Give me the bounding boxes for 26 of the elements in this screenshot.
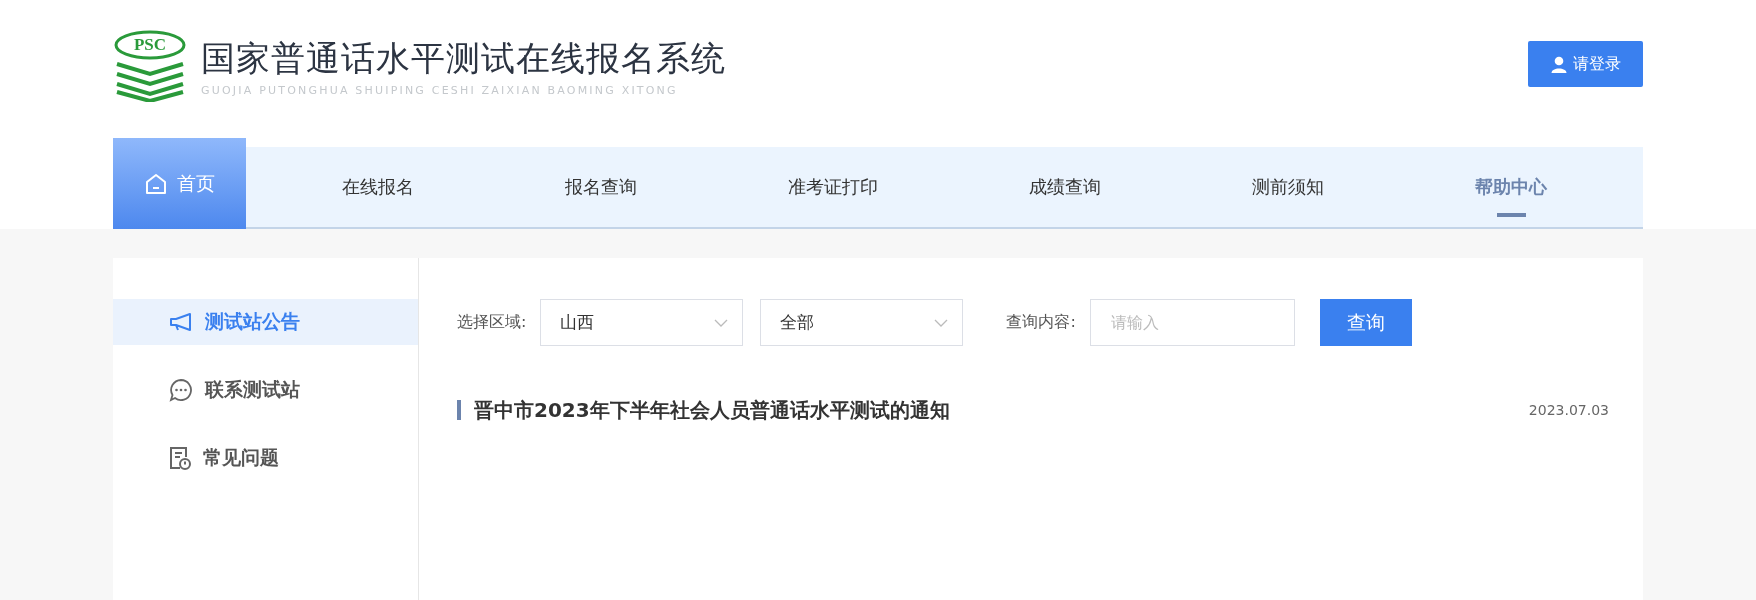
document-icon: [169, 446, 191, 470]
dropdown[interactable]: 全部: [760, 299, 964, 346]
search-field[interactable]: 请输入: [1089, 299, 1295, 346]
search-button[interactable]: 查询: [1319, 299, 1412, 346]
nav-link[interactable]: 成绩查询: [1029, 157, 1102, 217]
field-label: 选择区域:: [457, 312, 527, 333]
field-label: 查询内容:: [1006, 312, 1076, 333]
chat-bubble-icon: [169, 378, 193, 402]
nav-link[interactable]: 在线报名: [341, 157, 414, 217]
notice-date: 2023.07.03: [1528, 402, 1609, 418]
user-icon: [1550, 55, 1567, 73]
dropdown[interactable]: 山西: [540, 299, 744, 346]
nav-link[interactable]: 准考证打印: [787, 157, 878, 217]
sidebar-item[interactable]: 联系测试站: [113, 367, 418, 413]
notice-link[interactable]: 晋中市2023年下半年社会人员普通话水平测试的通知: [474, 396, 1529, 424]
site-subtitle: GUOJIA PUTONGHUA SHUIPING CESHI ZAIXIAN BAOMING XITONG: [201, 83, 679, 97]
home-icon: [144, 172, 167, 195]
accent-bar: [457, 400, 461, 420]
chevron-down-icon: [934, 318, 949, 327]
chevron-down-icon: [714, 318, 729, 327]
nav-link[interactable]: 测前须知: [1252, 157, 1325, 217]
login-button[interactable]: 请登录: [1528, 41, 1643, 87]
nav-link[interactable]: 报名查询: [564, 157, 637, 217]
site-title: 国家普通话水平测试在线报名系统: [201, 36, 726, 80]
megaphone-icon: [169, 312, 193, 332]
sidebar-item[interactable]: 常见问题: [113, 435, 418, 481]
